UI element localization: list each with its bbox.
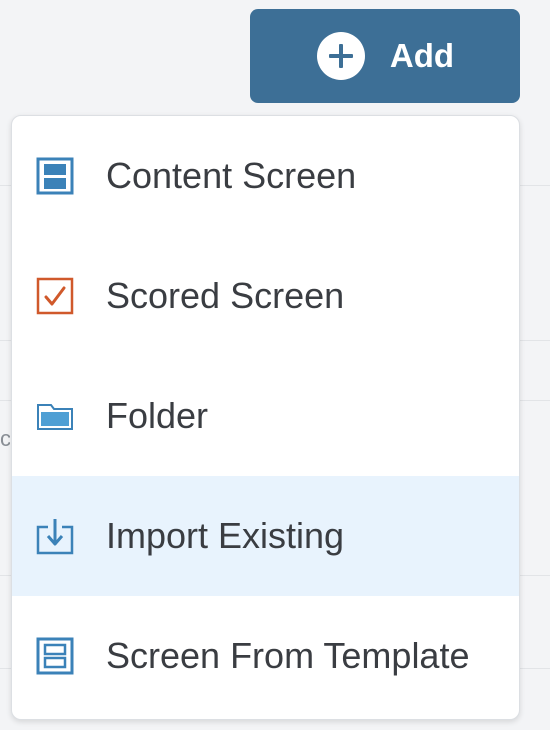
import-icon xyxy=(36,519,74,555)
scored-screen-icon xyxy=(36,277,74,315)
add-button[interactable]: Add xyxy=(250,9,520,103)
menu-item-label: Folder xyxy=(106,395,209,436)
folder-icon xyxy=(37,404,73,430)
add-dropdown-menu: Content Screen Scored Screen Folder Impo… xyxy=(11,115,520,720)
background-text-fragment: c xyxy=(0,426,10,451)
menu-item-label: Import Existing xyxy=(106,515,345,556)
menu-item-label: Screen From Template xyxy=(106,635,470,676)
plus-circle-icon xyxy=(316,32,365,80)
content-screen-icon xyxy=(36,157,74,195)
menu-item-screen-from-template[interactable]: Screen From Template xyxy=(12,596,519,716)
menu-item-import-existing[interactable]: Import Existing xyxy=(12,476,519,596)
add-button-label: Add xyxy=(389,37,455,74)
menu-item-folder[interactable]: Folder xyxy=(12,356,519,476)
menu-item-label: Scored Screen xyxy=(106,275,345,316)
menu-item-content-screen[interactable]: Content Screen xyxy=(12,116,519,236)
menu-item-label: Content Screen xyxy=(106,155,357,196)
template-screen-icon xyxy=(36,637,74,675)
menu-item-scored-screen[interactable]: Scored Screen xyxy=(12,236,519,356)
